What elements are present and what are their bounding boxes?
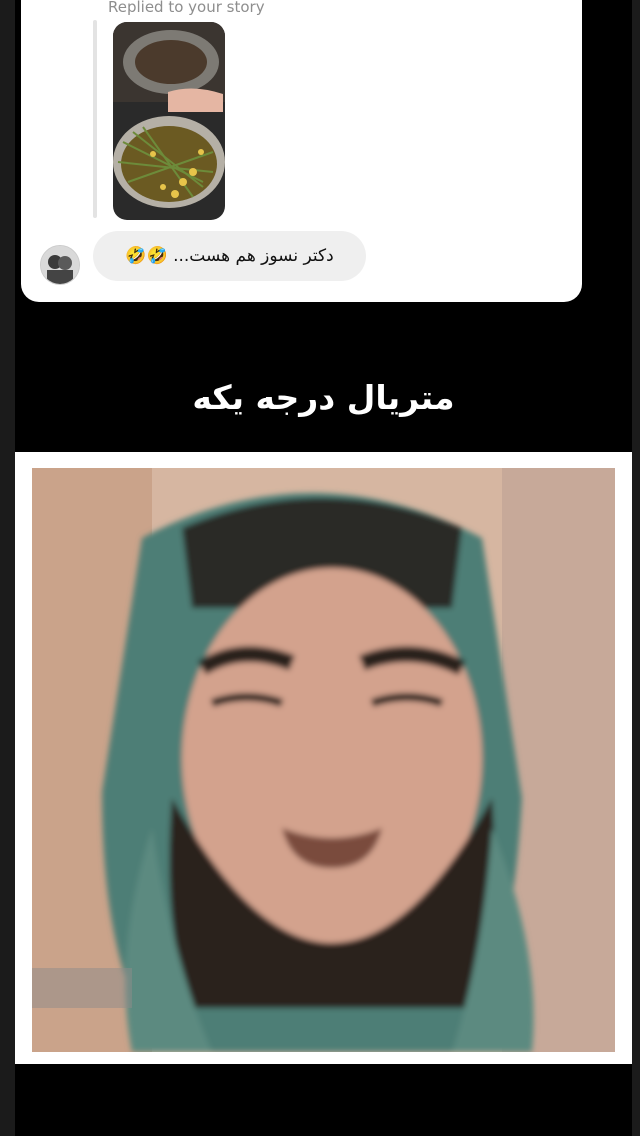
story-reply-card[interactable]: Replied to your story دکتر نسوز هم هست..… — [21, 0, 582, 302]
quote-line — [93, 20, 97, 218]
story-caption: متریال درجه یکه — [192, 378, 455, 417]
replied-to-story-label: Replied to your story — [108, 0, 265, 16]
user-avatar[interactable] — [40, 245, 80, 285]
right-gutter — [632, 0, 640, 1136]
reply-message-text: دکتر نسوز هم هست... 🤣🤣 — [125, 246, 334, 266]
left-gutter — [0, 0, 15, 1136]
reply-message-bubble[interactable]: دکتر نسوز هم هست... 🤣🤣 — [93, 231, 366, 281]
story-thumbnail-image — [113, 22, 225, 220]
meme-photo-image — [32, 468, 615, 1052]
story-thumbnail[interactable] — [113, 22, 225, 220]
meme-frame — [15, 452, 632, 1064]
avatar-image — [41, 246, 79, 284]
meme-photo[interactable] — [32, 468, 615, 1052]
